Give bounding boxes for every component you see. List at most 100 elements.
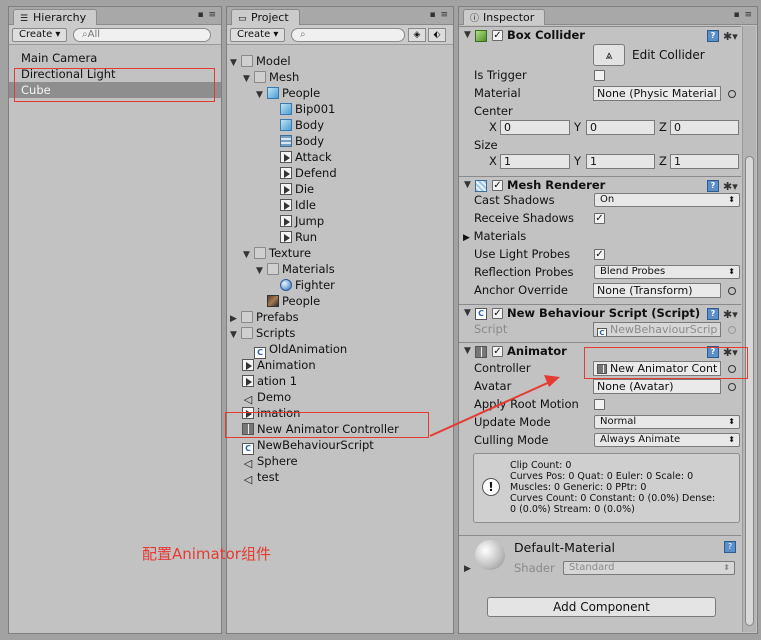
project-tree-item[interactable]: People bbox=[256, 293, 320, 309]
project-tree-item[interactable]: Jump bbox=[269, 213, 324, 229]
help-icon[interactable]: ? bbox=[707, 180, 719, 192]
project-tree-item[interactable]: Idle bbox=[269, 197, 316, 213]
enabled-checkbox[interactable]: ✓ bbox=[492, 308, 503, 319]
center-label: Center bbox=[474, 104, 513, 118]
behaviour-script-header[interactable]: ▼ C ✓ New Behaviour Script (Script) ? ✱▾ bbox=[459, 304, 741, 322]
update-mode-dropdown[interactable]: Normal ⬍ bbox=[594, 415, 740, 429]
apply-root-motion-checkbox[interactable] bbox=[594, 399, 605, 410]
help-icon[interactable]: ? bbox=[707, 30, 719, 42]
info-tab-icon: ⓘ bbox=[470, 14, 480, 24]
object-picker-icon[interactable] bbox=[728, 383, 736, 391]
box-collider-header[interactable]: ▼ ✓ Box Collider ? ✱▾ bbox=[459, 26, 741, 44]
tab-hierarchy[interactable]: ☰ Hierarchy bbox=[13, 9, 98, 25]
size-x-field[interactable]: 1 bbox=[500, 154, 570, 169]
animation-clip-icon bbox=[280, 199, 292, 211]
materials-foldout[interactable]: ▶ Materials bbox=[463, 228, 526, 244]
project-tree-item[interactable]: Animation bbox=[242, 357, 316, 373]
create-button[interactable]: Create ▾ bbox=[12, 28, 68, 42]
project-tree-item[interactable]: Attack bbox=[269, 149, 332, 165]
enabled-checkbox[interactable]: ✓ bbox=[492, 180, 503, 191]
object-picker-icon[interactable] bbox=[728, 90, 736, 98]
light-probes-checkbox[interactable]: ✓ bbox=[594, 249, 605, 260]
script-label: Script bbox=[474, 322, 508, 336]
controller-field-highlight-box bbox=[584, 347, 748, 379]
foldout-arrow-icon[interactable]: ▼ bbox=[256, 87, 267, 103]
project-tree-item[interactable]: ▼ Materials bbox=[256, 261, 335, 277]
edit-collider-button[interactable]: ⩓ bbox=[593, 44, 625, 66]
foldout-arrow-icon[interactable]: ▼ bbox=[464, 305, 471, 322]
size-z-field[interactable]: 1 bbox=[670, 154, 739, 169]
project-tree-item[interactable]: Bip001 bbox=[269, 101, 335, 117]
tab-menu-icon[interactable]: ▪ ≡ bbox=[429, 10, 449, 20]
avatar-field[interactable]: None (Avatar) bbox=[593, 379, 721, 394]
texture-icon bbox=[267, 295, 279, 307]
foldout-arrow-icon[interactable]: ▼ bbox=[243, 71, 254, 87]
is-trigger-checkbox[interactable] bbox=[594, 70, 605, 81]
tab-inspector[interactable]: ⓘ Inspector bbox=[463, 9, 546, 25]
project-tree-item[interactable]: ◁ Demo bbox=[242, 389, 291, 405]
project-tree-item[interactable]: Defend bbox=[269, 165, 337, 181]
project-tree-item[interactable]: C OldAnimation bbox=[243, 341, 347, 359]
project-tree-item[interactable]: ▼ Texture bbox=[243, 245, 311, 261]
project-tree-item[interactable]: C NewBehaviourScript bbox=[242, 437, 374, 455]
gear-icon[interactable]: ✱▾ bbox=[723, 306, 738, 323]
project-tree-item[interactable]: ▼ Mesh bbox=[243, 69, 299, 85]
center-z-field[interactable]: 0 bbox=[670, 120, 739, 135]
project-tree-item[interactable]: Body bbox=[269, 117, 324, 133]
project-tree-item[interactable]: Run bbox=[269, 229, 317, 245]
hierarchy-item[interactable]: Main Camera bbox=[9, 50, 221, 66]
foldout-arrow-icon[interactable]: ▼ bbox=[464, 177, 471, 194]
anchor-override-field[interactable]: None (Transform) bbox=[593, 283, 721, 298]
add-component-button[interactable]: Add Component bbox=[487, 597, 716, 617]
dropdown-arrows-icon: ⬍ bbox=[728, 267, 735, 276]
foldout-arrow-icon[interactable]: ▼ bbox=[230, 327, 241, 343]
inspector-tabbar: ⓘ Inspector ▪ ≡ bbox=[459, 7, 757, 25]
foldout-arrow-icon[interactable]: ▼ bbox=[230, 55, 241, 71]
receive-shadows-checkbox[interactable]: ✓ bbox=[594, 213, 605, 224]
tab-menu-icon[interactable]: ▪ ≡ bbox=[197, 10, 217, 20]
reflection-probes-dropdown[interactable]: Blend Probes ⬍ bbox=[594, 265, 740, 279]
culling-mode-dropdown[interactable]: Always Animate ⬍ bbox=[594, 433, 740, 447]
receive-shadows-label: Receive Shadows bbox=[474, 211, 575, 225]
object-picker-icon[interactable] bbox=[728, 287, 736, 295]
foldout-arrow-icon[interactable]: ▼ bbox=[243, 247, 254, 263]
foldout-arrow-icon[interactable]: ▶ bbox=[464, 564, 471, 574]
help-icon[interactable]: ? bbox=[724, 541, 736, 553]
foldout-arrow-icon[interactable]: ▼ bbox=[464, 27, 471, 44]
help-icon[interactable]: ? bbox=[707, 308, 719, 320]
search-input[interactable]: ⌕All bbox=[73, 28, 211, 42]
scrollbar-thumb[interactable] bbox=[745, 156, 754, 626]
project-tree-item[interactable]: ▼ Model bbox=[230, 53, 291, 69]
project-tree-item[interactable]: Fighter bbox=[269, 277, 335, 293]
avatar-label: Avatar bbox=[474, 379, 512, 393]
foldout-arrow-icon[interactable]: ▼ bbox=[256, 263, 267, 279]
size-z-label: Z bbox=[659, 154, 667, 168]
filter-by-label-icon[interactable]: ⬖ bbox=[428, 28, 446, 42]
cast-shadows-dropdown[interactable]: On ⬍ bbox=[594, 193, 740, 207]
gear-icon[interactable]: ✱▾ bbox=[723, 28, 738, 45]
project-tree-item[interactable]: Body bbox=[269, 133, 324, 149]
project-tree-item[interactable]: ▶ Prefabs bbox=[230, 309, 299, 325]
animation-clip-icon bbox=[280, 151, 292, 163]
project-tree-item[interactable]: ▼ People bbox=[256, 85, 320, 101]
enabled-checkbox[interactable]: ✓ bbox=[492, 30, 503, 41]
center-y-field[interactable]: 0 bbox=[586, 120, 655, 135]
tab-menu-icon[interactable]: ▪ ≡ bbox=[733, 10, 753, 20]
filter-by-type-icon[interactable]: ◈ bbox=[408, 28, 426, 42]
update-mode-label: Update Mode bbox=[474, 415, 551, 429]
inspector-scrollbar[interactable] bbox=[742, 26, 756, 632]
project-tree-item[interactable]: Die bbox=[269, 181, 314, 197]
enabled-checkbox[interactable]: ✓ bbox=[492, 346, 503, 357]
search-input[interactable]: ⌕ bbox=[291, 28, 405, 42]
project-tree-item[interactable]: ation 1 bbox=[242, 373, 297, 389]
size-y-field[interactable]: 1 bbox=[586, 154, 655, 169]
project-tree-item[interactable]: ◁ test bbox=[242, 469, 279, 485]
project-tree-item[interactable]: ▼ Scripts bbox=[230, 325, 295, 341]
project-item-label: People bbox=[282, 294, 321, 308]
center-x-field[interactable]: 0 bbox=[500, 120, 570, 135]
tab-project[interactable]: ▭ Project bbox=[231, 9, 300, 25]
project-tree-item[interactable]: ◁ Sphere bbox=[242, 453, 298, 469]
material-field[interactable]: None (Physic Material bbox=[593, 86, 721, 101]
foldout-arrow-icon[interactable]: ▼ bbox=[464, 343, 471, 360]
create-button[interactable]: Create ▾ bbox=[230, 28, 286, 42]
